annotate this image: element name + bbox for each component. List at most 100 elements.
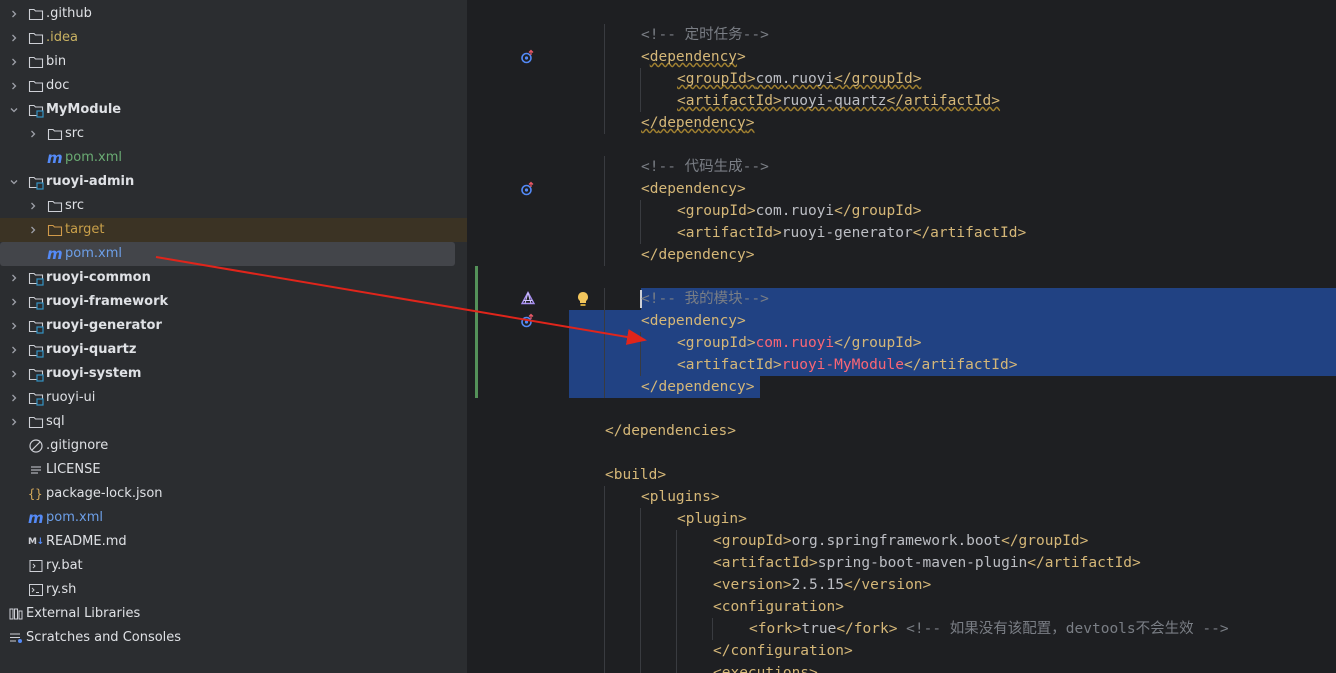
line-number[interactable] [467,200,507,222]
line-number[interactable] [467,24,507,46]
code-line[interactable]: <plugins> [641,486,720,508]
line-number[interactable] [467,68,507,90]
code-line[interactable]: </dependencies> [605,420,736,442]
line-number[interactable] [467,46,507,68]
code-line[interactable]: <groupId>org.springframework.boot</group… [713,530,1088,552]
tree-item-ruoyi-common[interactable]: ruoyi-common [0,266,467,290]
code-line[interactable]: <groupId>com.ruoyi</groupId> [677,68,921,90]
chevron-right-icon[interactable] [8,386,20,410]
line-number[interactable] [467,134,507,156]
tree-item-idea[interactable]: .idea [0,26,467,50]
line-number[interactable] [467,112,507,134]
chevron-right-icon[interactable] [27,218,39,242]
code-editor[interactable]: <!-- 定时任务--> <dependency> <groupId>com.ruo… [467,0,1336,673]
code-line[interactable]: <artifactId>ruoyi-MyModule</artifactId> [677,354,1017,376]
tree-item-ruoyi-framework[interactable]: ruoyi-framework [0,290,467,314]
line-number[interactable] [467,266,507,288]
tree-item-ruoyi-quartz[interactable]: ruoyi-quartz [0,338,467,362]
line-number[interactable] [467,178,507,200]
code-line[interactable]: <fork>true</fork> <!-- 如果没有该配置，devtools不… [749,618,1229,640]
code-line[interactable]: <groupId>com.ruoyi</groupId> [677,332,921,354]
code-line[interactable]: <configuration> [713,596,844,618]
code-line[interactable]: <build> [605,464,666,486]
line-number[interactable] [467,222,507,244]
line-number[interactable] [467,574,507,596]
tree-item-pom-xml[interactable]: m pom.xml [0,242,455,266]
chevron-down-icon[interactable] [8,98,20,122]
tree-item-ry-bat[interactable]: ry.bat [0,554,467,578]
tree-item-pom-xml[interactable]: m pom.xml [0,506,467,530]
chevron-right-icon[interactable] [8,410,20,434]
chevron-right-icon[interactable] [8,26,20,50]
tree-item-bin[interactable]: bin [0,50,467,74]
tree-item-ruoyi-admin[interactable]: ruoyi-admin [0,170,467,194]
tree-item-mymodule[interactable]: MyModule [0,98,467,122]
chevron-right-icon[interactable] [8,266,20,290]
line-number[interactable] [467,508,507,530]
code-line[interactable]: <executions> [713,662,818,673]
tree-item-src[interactable]: src [0,194,467,218]
line-number[interactable] [467,486,507,508]
code-line[interactable]: <!-- 代码生成--> [641,156,769,178]
chevron-right-icon[interactable] [8,338,20,362]
chevron-right-icon[interactable] [8,290,20,314]
tree-item-gitignore[interactable]: .gitignore [0,434,467,458]
tree-item-scratches-and-consoles[interactable]: Scratches and Consoles [0,626,467,650]
code-line[interactable]: <artifactId>spring-boot-maven-plugin</ar… [713,552,1141,574]
line-number[interactable] [467,398,507,420]
tree-item-ry-sh[interactable]: ry.sh [0,578,467,602]
line-number[interactable] [467,2,507,24]
code-line[interactable]: <artifactId>ruoyi-quartz</artifactId> [677,90,1000,112]
line-number[interactable] [467,596,507,618]
code-line[interactable]: <dependency> [641,310,746,332]
editor-gutter[interactable] [467,0,567,673]
tree-item-doc[interactable]: doc [0,74,467,98]
line-number[interactable] [467,464,507,486]
code-line[interactable]: </configuration> [713,640,853,662]
code-line[interactable]: <artifactId>ruoyi-generator</artifactId> [677,222,1026,244]
line-number[interactable] [467,156,507,178]
chevron-right-icon[interactable] [8,74,20,98]
chevron-right-icon[interactable] [8,362,20,386]
line-number[interactable] [467,552,507,574]
maven-dependency-icon[interactable] [520,313,536,329]
chevron-down-icon[interactable] [8,170,20,194]
code-line[interactable]: </dependency> [641,376,755,398]
line-number[interactable] [467,376,507,398]
line-number[interactable] [467,244,507,266]
lightbulb-icon[interactable] [575,290,591,308]
code-line[interactable]: </dependency> [641,112,755,134]
line-number[interactable] [467,310,507,332]
chevron-right-icon[interactable] [8,50,20,74]
line-number[interactable] [467,530,507,552]
line-number[interactable] [467,354,507,376]
maven-dependency-icon[interactable] [520,49,536,65]
tree-item-ruoyi-ui[interactable]: ruoyi-ui [0,386,467,410]
tree-item-target[interactable]: target [0,218,467,242]
tree-item-package-lock-json[interactable]: {} package-lock.json [0,482,467,506]
chevron-right-icon[interactable] [27,194,39,218]
chevron-right-icon[interactable] [8,2,20,26]
code-line[interactable]: </dependency> [641,244,755,266]
line-number[interactable] [467,662,507,673]
code-line[interactable]: <dependency> [641,178,746,200]
line-number[interactable] [467,332,507,354]
code-line[interactable]: <groupId>com.ruoyi</groupId> [677,200,921,222]
tree-item-github[interactable]: .github [0,2,467,26]
code-line[interactable]: <!-- 我的模块--> [641,288,769,310]
tree-item-pom-xml[interactable]: m pom.xml [0,146,467,170]
line-number[interactable] [467,618,507,640]
maven-dependency-icon[interactable] [520,181,536,197]
code-line[interactable]: <dependency> [641,46,746,68]
tree-item-external-libraries[interactable]: External Libraries [0,602,467,626]
ai-assistant-icon[interactable] [520,291,536,307]
line-number[interactable] [467,90,507,112]
tree-item-ruoyi-generator[interactable]: ruoyi-generator [0,314,467,338]
chevron-right-icon[interactable] [27,122,39,146]
line-number[interactable] [467,640,507,662]
chevron-right-icon[interactable] [8,314,20,338]
line-number[interactable] [467,420,507,442]
line-number[interactable] [467,442,507,464]
tree-item-sql[interactable]: sql [0,410,467,434]
tree-item-readme-md[interactable]: M↓ README.md [0,530,467,554]
